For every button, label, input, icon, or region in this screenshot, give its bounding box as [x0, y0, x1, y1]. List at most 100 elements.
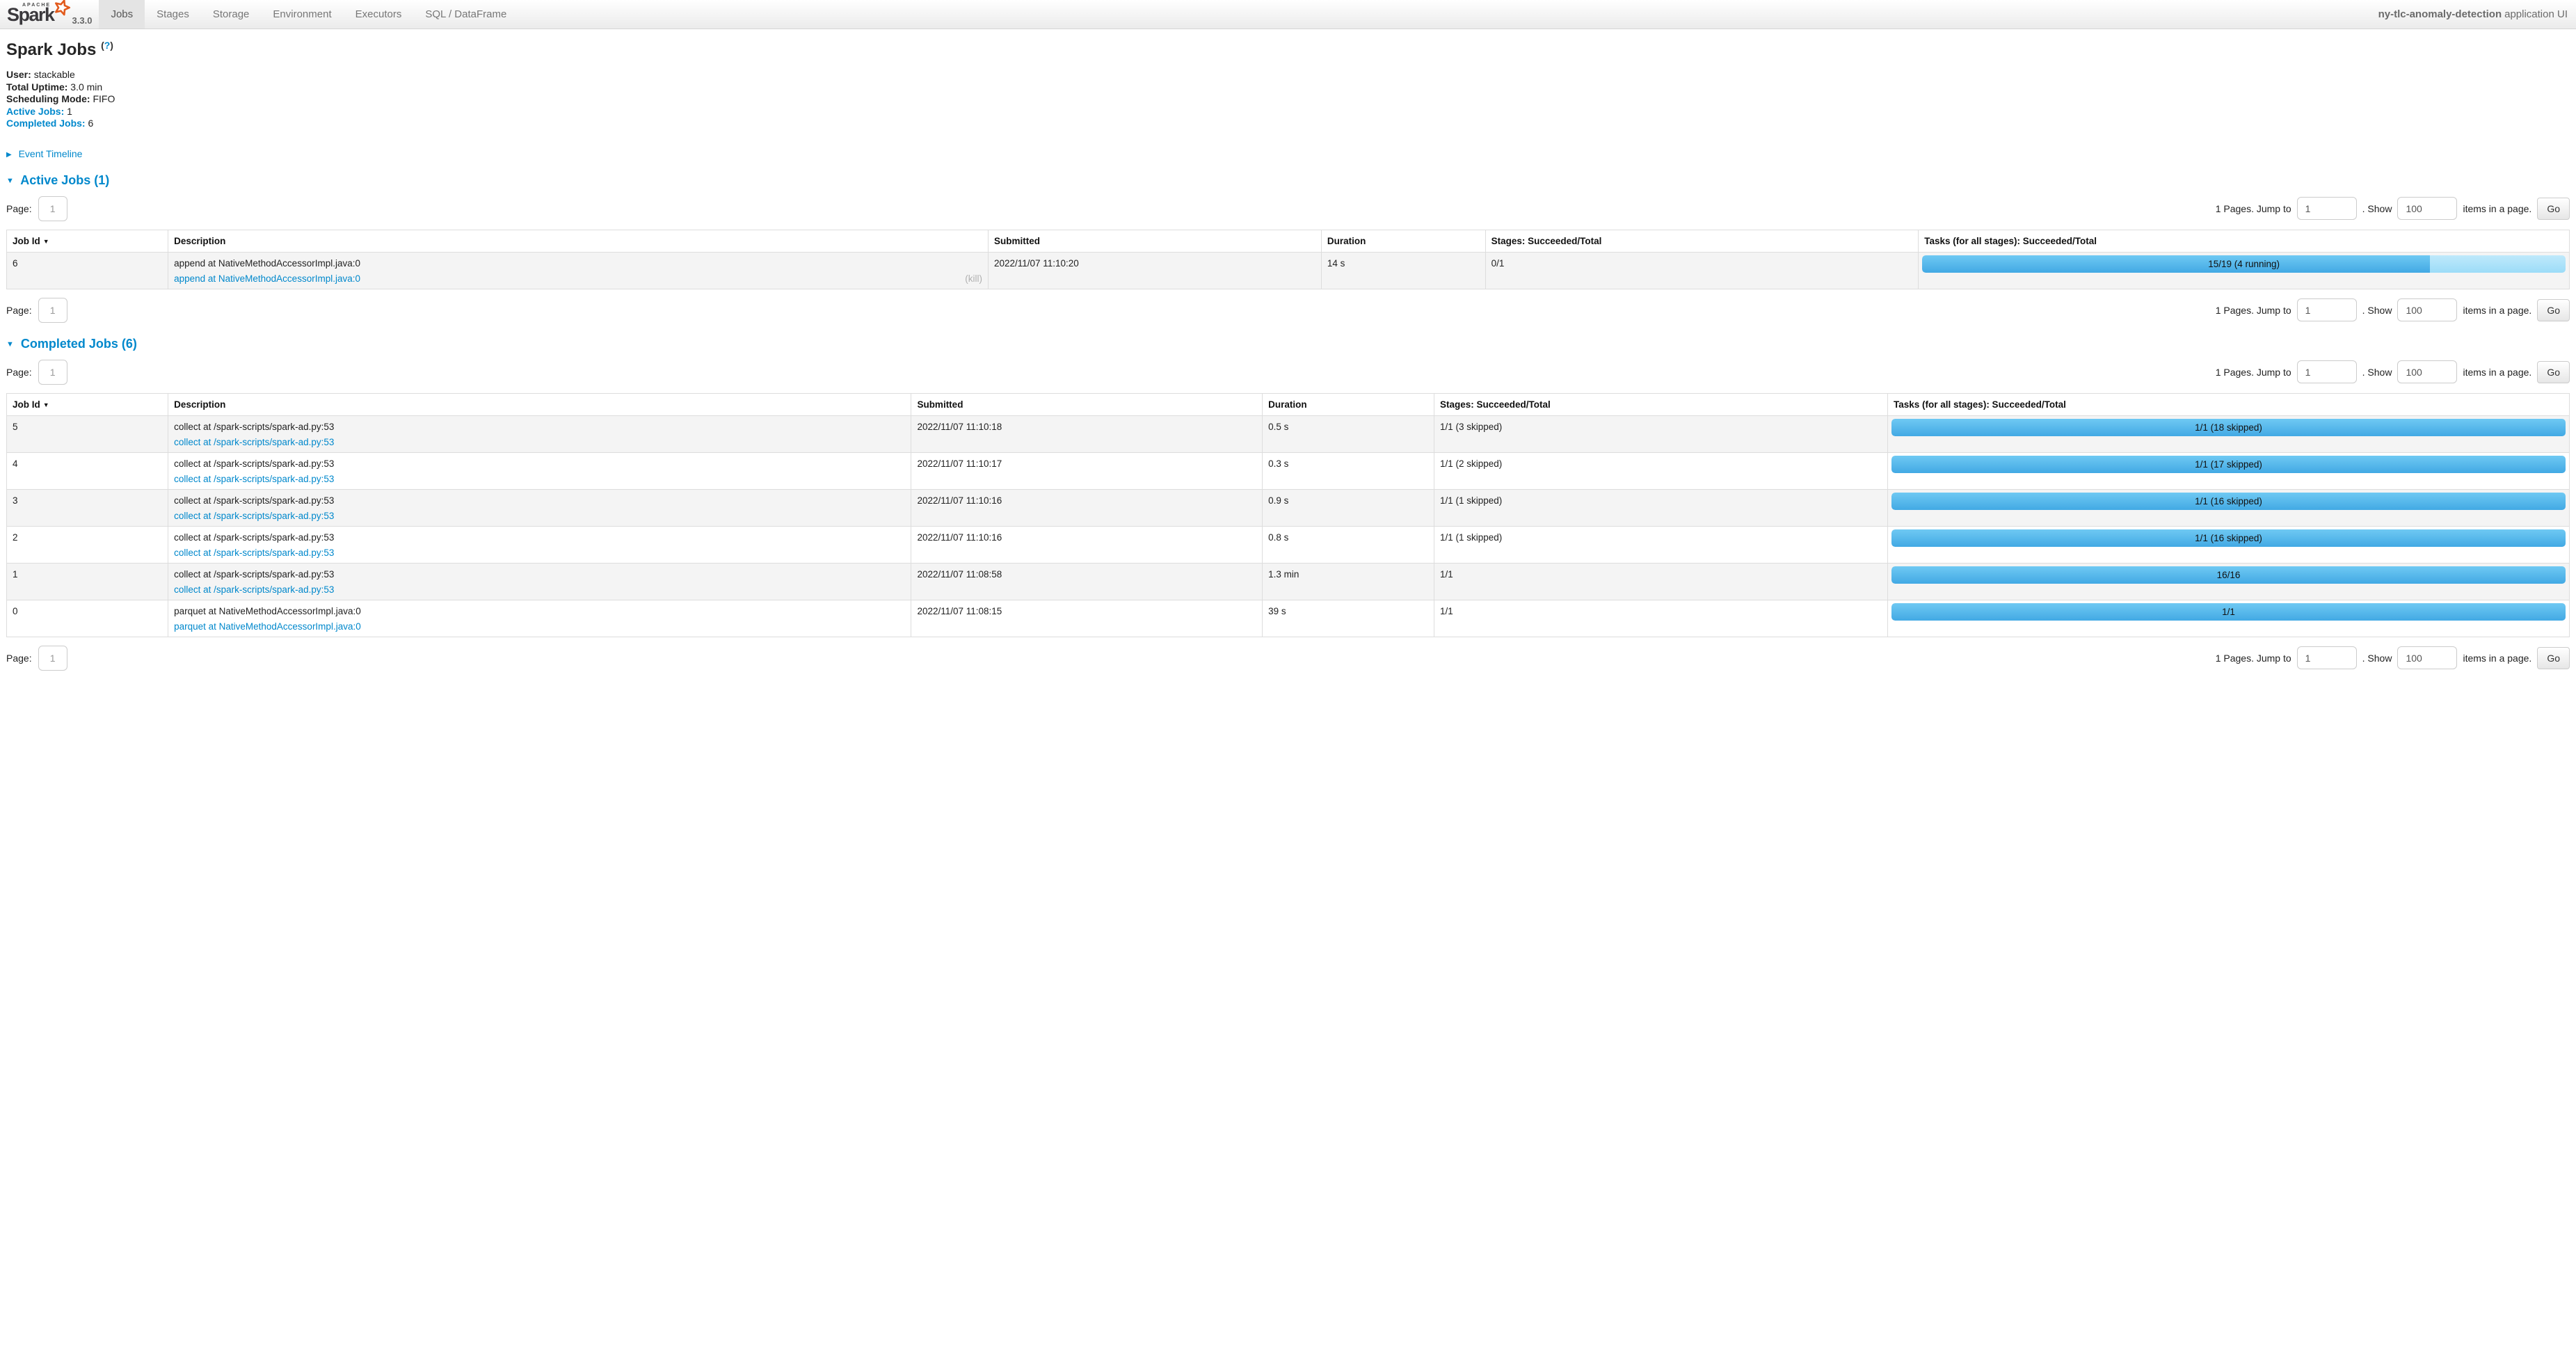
job-detail-link[interactable]: collect at /spark-scripts/spark-ad.py:53 [174, 436, 334, 448]
job-description-text: collect at /spark-scripts/spark-ad.py:53 [174, 420, 905, 433]
spark-version: 3.3.0 [71, 15, 99, 29]
duration-value: 0.9 s [1268, 493, 1428, 506]
page-label: Page: [6, 367, 32, 378]
event-timeline-label: Event Timeline [19, 148, 83, 159]
nav-tab-stages[interactable]: Stages [145, 0, 201, 29]
column-header-job-id[interactable]: Job Id▼ [7, 393, 168, 415]
summary-item-completed-jobs: Completed Jobs: 6 [6, 118, 2570, 130]
column-header-label: Job Id [13, 236, 40, 246]
submitted-cell: 2022/11/07 11:08:58 [911, 563, 1263, 600]
tasks-progress-cell: 1/1 (18 skipped) [1888, 415, 2570, 452]
stages-cell: 1/1 (2 skipped) [1434, 452, 1887, 489]
jump-to-input[interactable] [2297, 360, 2357, 383]
job-detail-link[interactable]: parquet at NativeMethodAccessorImpl.java… [174, 621, 361, 632]
show-items-input[interactable] [2397, 646, 2457, 669]
go-button[interactable]: Go [2537, 647, 2570, 669]
go-button[interactable]: Go [2537, 361, 2570, 383]
completed-jobs-heading[interactable]: ▼ Completed Jobs (6) [6, 337, 2570, 351]
summary-label: User: [6, 69, 34, 80]
column-header-label: Submitted [917, 399, 963, 410]
summary-value: stackable [34, 69, 75, 80]
go-button[interactable]: Go [2537, 198, 2570, 220]
page-number-input[interactable] [38, 646, 67, 671]
column-header-submitted[interactable]: Submitted [911, 393, 1263, 415]
job-detail-link[interactable]: collect at /spark-scripts/spark-ad.py:53 [174, 510, 334, 522]
tasks-progress-bar: 1/1 [1891, 603, 2566, 621]
job-id-cell: 2 [7, 526, 168, 563]
column-header-stages-succeeded-total[interactable]: Stages: Succeeded/Total [1434, 393, 1887, 415]
sort-desc-icon: ▼ [43, 238, 49, 245]
jump-to-input[interactable] [2297, 646, 2357, 669]
nav-tab-jobs[interactable]: Jobs [99, 0, 145, 29]
show-text: . Show [2362, 305, 2392, 316]
column-header-submitted[interactable]: Submitted [988, 230, 1321, 252]
duration-cell: 39 s [1263, 600, 1434, 637]
column-header-tasks-for-all-stages-succeeded-total[interactable]: Tasks (for all stages): Succeeded/Total [1888, 393, 2570, 415]
column-header-job-id[interactable]: Job Id▼ [7, 230, 168, 252]
apache-label: APACHE [22, 3, 51, 8]
tasks-progress-cell: 16/16 [1888, 563, 2570, 600]
column-header-label: Description [174, 236, 225, 246]
job-detail-link[interactable]: collect at /spark-scripts/spark-ad.py:53 [174, 584, 334, 596]
job-detail-link[interactable]: collect at /spark-scripts/spark-ad.py:53 [174, 473, 334, 485]
items-text: items in a page. [2463, 203, 2531, 214]
submitted-cell: 2022/11/07 11:10:16 [911, 489, 1263, 526]
nav-tab-sql-dataframe[interactable]: SQL / DataFrame [413, 0, 518, 29]
job-description-text: collect at /spark-scripts/spark-ad.py:53 [174, 493, 905, 506]
pagination-left: Page: [6, 298, 67, 323]
page-number-input[interactable] [38, 360, 67, 385]
show-items-input[interactable] [2397, 197, 2457, 220]
summary-item-total-uptime: Total Uptime: 3.0 min [6, 81, 2570, 94]
stages-value: 1/1 (1 skipped) [1440, 493, 1882, 506]
job-description-text: collect at /spark-scripts/spark-ad.py:53 [174, 567, 905, 580]
job-detail-link[interactable]: collect at /spark-scripts/spark-ad.py:53 [174, 547, 334, 559]
job-detail-link[interactable]: append at NativeMethodAccessorImpl.java:… [174, 273, 360, 285]
column-header-tasks-for-all-stages-succeeded-total[interactable]: Tasks (for all stages): Succeeded/Total [1919, 230, 2570, 252]
submitted-cell: 2022/11/07 11:08:15 [911, 600, 1263, 637]
nav-tab-executors[interactable]: Executors [344, 0, 414, 29]
column-header-duration[interactable]: Duration [1263, 393, 1434, 415]
pagination-left: Page: [6, 646, 67, 671]
show-items-input[interactable] [2397, 298, 2457, 321]
summary-label[interactable]: Completed Jobs: [6, 118, 88, 129]
tasks-progress-cell: 1/1 (17 skipped) [1888, 452, 2570, 489]
summary-label[interactable]: Active Jobs: [6, 106, 67, 117]
table-row: 1collect at /spark-scripts/spark-ad.py:5… [7, 563, 2570, 600]
description-cell: collect at /spark-scripts/spark-ad.py:53… [168, 563, 911, 600]
job-id: 6 [13, 256, 162, 269]
active-jobs-heading[interactable]: ▼ Active Jobs (1) [6, 173, 2570, 188]
stages-value: 1/1 (3 skipped) [1440, 420, 1882, 433]
show-items-input[interactable] [2397, 360, 2457, 383]
go-button[interactable]: Go [2537, 299, 2570, 321]
nav-tab-storage[interactable]: Storage [201, 0, 262, 29]
stages-cell: 1/1 (3 skipped) [1434, 415, 1887, 452]
event-timeline-toggle[interactable]: ▶ Event Timeline [6, 148, 2570, 159]
column-header-duration[interactable]: Duration [1321, 230, 1485, 252]
stages-cell: 1/1 [1434, 563, 1887, 600]
page-number-input[interactable] [38, 196, 67, 221]
jump-to-input[interactable] [2297, 298, 2357, 321]
job-description-text: parquet at NativeMethodAccessorImpl.java… [174, 604, 905, 617]
column-header-stages-succeeded-total[interactable]: Stages: Succeeded/Total [1485, 230, 1919, 252]
help-link[interactable]: (?) [101, 40, 113, 51]
spark-logo[interactable]: APACHE Spark [0, 0, 71, 29]
jump-to-input[interactable] [2297, 197, 2357, 220]
nav-tab-environment[interactable]: Environment [261, 0, 343, 29]
summary-value: 1 [67, 106, 72, 117]
summary-value: 3.0 min [70, 81, 102, 93]
tasks-progress-bar: 1/1 (17 skipped) [1891, 456, 2566, 473]
page-content: Spark Jobs (?) User: stackableTotal Upti… [0, 40, 2576, 690]
kill-job-link[interactable]: (kill) [965, 273, 982, 285]
column-header-description[interactable]: Description [168, 393, 911, 415]
duration-value: 14 s [1327, 256, 1480, 269]
submitted-time: 2022/11/07 11:10:16 [917, 493, 1256, 506]
summary-value: 6 [88, 118, 93, 129]
column-header-description[interactable]: Description [168, 230, 989, 252]
job-description-link-row: collect at /spark-scripts/spark-ad.py:53 [174, 584, 905, 596]
items-text: items in a page. [2463, 367, 2531, 378]
pages-count-text: 1 Pages. Jump to [2216, 203, 2291, 214]
table-row: 6 append at NativeMethodAccessorImpl.java… [7, 252, 2570, 289]
completed-jobs-table: Job Id▼Description Submitted DurationStage… [6, 393, 2570, 637]
table-row: 5collect at /spark-scripts/spark-ad.py:5… [7, 415, 2570, 452]
page-number-input[interactable] [38, 298, 67, 323]
